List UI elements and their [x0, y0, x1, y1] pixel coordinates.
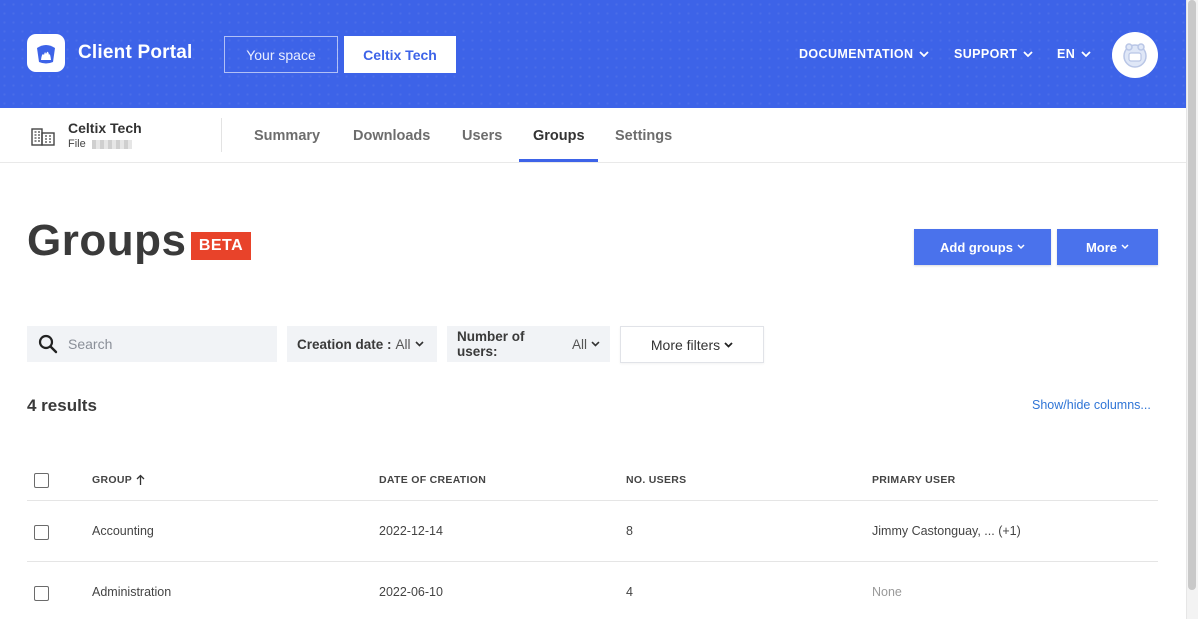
column-header-users[interactable]: NO. USERS: [626, 474, 686, 486]
chevron-down-icon: [1081, 50, 1091, 57]
documentation-label: DOCUMENTATION: [799, 47, 914, 61]
company-button[interactable]: Celtix Tech: [344, 36, 456, 73]
logo-icon: [37, 45, 55, 64]
search-icon: [38, 334, 58, 354]
date-of-creation: 2022-12-14: [379, 524, 443, 538]
creation-date-value: All: [395, 336, 411, 352]
subnav-divider: [221, 118, 222, 152]
date-of-creation: 2022-06-10: [379, 585, 443, 599]
number-users-filter[interactable]: Number of users: All: [447, 326, 610, 362]
app-title: Client Portal: [78, 42, 193, 63]
your-space-button[interactable]: Your space: [224, 36, 338, 73]
redacted-file-number: [91, 139, 132, 149]
language-label: EN: [1057, 47, 1076, 61]
row-checkbox[interactable]: [34, 525, 49, 540]
results-count: 4 results: [27, 396, 97, 415]
column-header-group-label: GROUP: [92, 474, 133, 486]
beta-badge: BETA: [191, 232, 251, 260]
support-label: SUPPORT: [954, 47, 1018, 61]
table-divider: [27, 561, 1158, 562]
tab-summary[interactable]: Summary: [254, 128, 320, 144]
app-logo[interactable]: [27, 34, 65, 72]
org-name: Celtix Tech: [68, 120, 142, 136]
language-menu[interactable]: EN: [1057, 47, 1091, 61]
add-groups-label: Add groups: [940, 239, 1013, 255]
user-count: 8: [626, 524, 633, 538]
column-header-date-label: DATE OF CREATION: [379, 474, 487, 486]
avatar-icon: [1123, 43, 1147, 68]
chevron-down-icon: [1023, 50, 1033, 57]
more-filters-button[interactable]: More filters: [620, 326, 764, 363]
sort-ascending-icon: [136, 474, 145, 485]
user-count: 4: [626, 585, 633, 599]
chevron-down-icon: [919, 50, 930, 57]
creation-date-filter[interactable]: Creation date : All: [287, 326, 437, 362]
tab-users[interactable]: Users: [462, 128, 502, 144]
tab-settings[interactable]: Settings: [615, 128, 672, 144]
search-box[interactable]: [27, 326, 277, 362]
support-menu[interactable]: SUPPORT: [954, 47, 1033, 61]
show-hide-columns-link[interactable]: Show/hide columns...: [1032, 398, 1151, 412]
user-avatar[interactable]: [1112, 32, 1158, 78]
group-name[interactable]: Administration: [92, 585, 171, 599]
column-header-users-label: NO. USERS: [626, 474, 687, 486]
more-label: More: [1085, 239, 1118, 255]
add-groups-button[interactable]: Add groups: [914, 229, 1051, 265]
active-tab-indicator: [519, 159, 598, 162]
creation-date-label: Creation date :: [297, 336, 392, 352]
number-users-value: All: [572, 336, 588, 352]
page-title: Groups: [27, 216, 187, 265]
chevron-down-icon: [591, 341, 600, 347]
primary-user: Jimmy Castonguay, ... (+1): [872, 524, 1021, 538]
org-file: File: [68, 138, 132, 150]
column-header-group[interactable]: GROUP: [92, 474, 145, 486]
building-icon: [31, 128, 55, 146]
scrollbar-thumb[interactable]: [1188, 0, 1196, 590]
more-filters-label: More filters: [650, 336, 721, 353]
tab-groups[interactable]: Groups: [533, 128, 585, 144]
column-header-primary-user-label: PRIMARY USER: [872, 474, 956, 486]
column-header-date[interactable]: DATE OF CREATION: [379, 474, 486, 486]
chevron-down-icon: [1121, 244, 1129, 250]
sub-navigation: Celtix Tech File Summary Downloads Users…: [0, 108, 1186, 163]
row-checkbox[interactable]: [34, 586, 49, 601]
column-header-primary-user[interactable]: PRIMARY USER: [872, 474, 956, 486]
group-name[interactable]: Accounting: [92, 524, 154, 538]
chevron-down-icon: [724, 341, 733, 348]
tab-downloads[interactable]: Downloads: [353, 128, 430, 144]
chevron-down-icon: [414, 341, 424, 347]
primary-user: None: [872, 585, 902, 599]
more-button[interactable]: More: [1057, 229, 1158, 265]
chevron-down-icon: [1017, 244, 1025, 250]
number-users-label: Number of users:: [457, 329, 525, 359]
org-file-label: File: [68, 138, 86, 150]
documentation-menu[interactable]: DOCUMENTATION: [799, 47, 930, 61]
select-all-checkbox[interactable]: [34, 473, 49, 488]
table-divider: [27, 500, 1158, 501]
search-input[interactable]: [68, 336, 258, 352]
